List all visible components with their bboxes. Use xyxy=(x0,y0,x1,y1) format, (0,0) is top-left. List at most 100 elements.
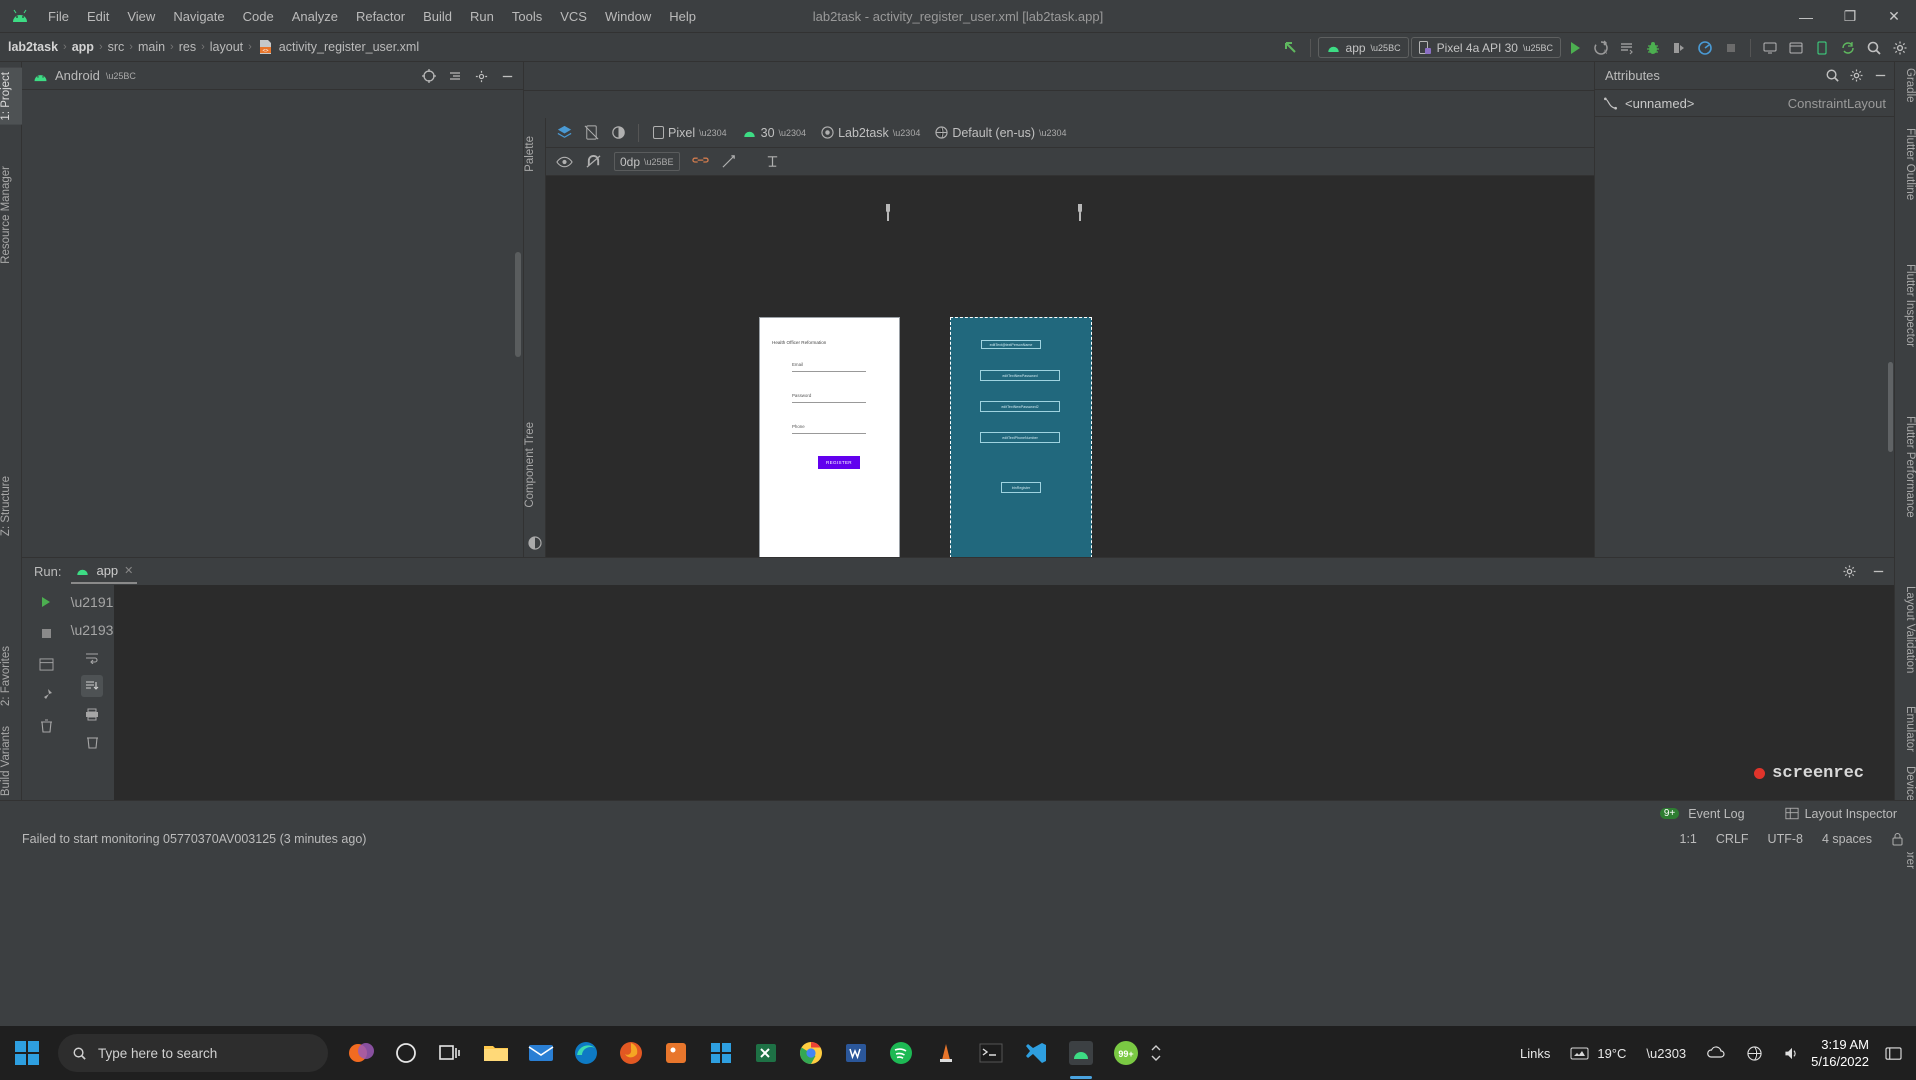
apply-changes-icon[interactable]: A xyxy=(1589,36,1613,60)
menu-view[interactable]: View xyxy=(118,6,164,27)
breadcrumb-res[interactable]: res xyxy=(179,40,196,54)
tool-tab-structure[interactable]: Z: Structure xyxy=(0,472,22,540)
gear-icon[interactable] xyxy=(1849,68,1864,83)
links-label[interactable]: Links xyxy=(1510,1026,1560,1080)
print-icon[interactable] xyxy=(81,703,103,725)
taskbar-search-input[interactable]: Type here to search xyxy=(58,1034,328,1072)
edge-icon[interactable] xyxy=(563,1026,608,1080)
blueprint-render[interactable]: editText@textPersonName editTextNewPassw… xyxy=(950,317,1092,557)
preview-register-button[interactable]: REGISTER xyxy=(818,456,860,469)
run-console-output[interactable]: screenrec xyxy=(114,585,1894,808)
menu-file[interactable]: File xyxy=(39,6,78,27)
notification-center-icon[interactable] xyxy=(1877,1026,1910,1080)
hide-panel-icon[interactable] xyxy=(495,64,519,88)
text-baseline-icon[interactable] xyxy=(761,150,785,174)
indent-setting[interactable]: 4 spaces xyxy=(1822,832,1872,846)
device-dropdown[interactable]: Pixel \u2304 xyxy=(647,124,733,142)
volume-icon[interactable] xyxy=(1773,1026,1811,1080)
search-icon[interactable] xyxy=(1825,68,1840,83)
tool-tab-emulator[interactable]: Emulator xyxy=(1894,702,1916,756)
photoshop-icon[interactable] xyxy=(338,1026,383,1080)
spotify-icon[interactable] xyxy=(878,1026,923,1080)
tool-tab-flutter-performance[interactable]: Flutter Performance xyxy=(1894,412,1916,522)
minimize-icon[interactable] xyxy=(1871,564,1886,579)
tool-tab-gradle[interactable]: Gradle xyxy=(1894,64,1916,107)
caret-position[interactable]: 1:1 xyxy=(1680,832,1697,846)
project-scrollbar[interactable] xyxy=(515,252,521,357)
menu-navigate[interactable]: Navigate xyxy=(164,6,233,27)
minimize-window-button[interactable]: — xyxy=(1784,0,1828,33)
android-studio-icon[interactable] xyxy=(1058,1026,1103,1080)
settings-icon[interactable] xyxy=(1888,36,1912,60)
breadcrumb-main[interactable]: main xyxy=(138,40,165,54)
show-hidden-icons[interactable]: \u2303 xyxy=(1636,1026,1696,1080)
scroll-to-end-icon[interactable] xyxy=(81,675,103,697)
tool-tab-project[interactable]: 1: Project xyxy=(0,68,22,125)
component-tree-label[interactable]: Component Tree xyxy=(524,418,546,512)
device-selector[interactable]: Pixel 4a API 30 \u25BC xyxy=(1410,37,1561,58)
clear-all-icon[interactable] xyxy=(81,731,103,753)
task-view-icon[interactable] xyxy=(428,1026,473,1080)
trash-icon[interactable] xyxy=(35,715,57,737)
chevron-down-icon[interactable]: \u25BE xyxy=(644,157,674,167)
chevron-down-icon[interactable]: \u25BC xyxy=(106,71,136,81)
device-manager-icon[interactable] xyxy=(1810,36,1834,60)
excel-icon[interactable] xyxy=(743,1026,788,1080)
line-separator[interactable]: CRLF xyxy=(1716,832,1749,846)
breadcrumb-app[interactable]: app xyxy=(72,40,94,54)
taskbar-scroll-arrows[interactable] xyxy=(1148,1026,1164,1080)
scroll-up-icon[interactable]: \u2191 xyxy=(71,591,114,613)
close-icon[interactable]: ✕ xyxy=(124,564,133,577)
mail-icon[interactable] xyxy=(518,1026,563,1080)
project-tree[interactable] xyxy=(22,90,523,557)
breadcrumb-src[interactable]: src xyxy=(108,40,125,54)
menu-run[interactable]: Run xyxy=(461,6,503,27)
theme-icon[interactable] xyxy=(606,121,630,145)
layout-icon[interactable] xyxy=(35,653,57,675)
chrome-icon[interactable] xyxy=(788,1026,833,1080)
attributes-scrollbar[interactable] xyxy=(1888,362,1893,452)
tool-tab-resource-manager[interactable]: Resource Manager xyxy=(0,162,22,268)
menu-tools[interactable]: Tools xyxy=(503,6,551,27)
eye-icon[interactable] xyxy=(552,150,576,174)
sync-gradle-icon[interactable] xyxy=(1836,36,1860,60)
menu-refactor[interactable]: Refactor xyxy=(347,6,414,27)
panel-settings-icon[interactable] xyxy=(469,64,493,88)
menu-analyze[interactable]: Analyze xyxy=(283,6,347,27)
palette-label[interactable]: Palette xyxy=(524,132,546,176)
debug-icon[interactable] xyxy=(1641,36,1665,60)
menu-window[interactable]: Window xyxy=(596,6,660,27)
module-selector[interactable]: app \u25BC xyxy=(1317,37,1409,58)
theme-dropdown[interactable]: Lab2task \u2304 xyxy=(815,124,926,142)
tool-tab-flutter-outline[interactable]: Flutter Outline xyxy=(1894,124,1916,204)
vscode-icon[interactable] xyxy=(1013,1026,1058,1080)
run-icon[interactable] xyxy=(1563,36,1587,60)
magnet-off-icon[interactable] xyxy=(581,150,605,174)
menu-build[interactable]: Build xyxy=(414,6,461,27)
gear-icon[interactable] xyxy=(1842,564,1857,579)
tool-tab-flutter-inspector[interactable]: Flutter Inspector xyxy=(1894,260,1916,351)
photos-icon[interactable] xyxy=(653,1026,698,1080)
pin-icon[interactable] xyxy=(35,684,57,706)
network-icon[interactable] xyxy=(1736,1026,1773,1080)
menu-code[interactable]: Code xyxy=(234,6,283,27)
layout-inspector-button[interactable]: Layout Inspector xyxy=(1774,804,1908,824)
start-button[interactable] xyxy=(0,1026,54,1080)
run-tab-app[interactable]: app ✕ xyxy=(71,563,138,584)
taskbar-clock[interactable]: 3:19 AM 5/16/2022 xyxy=(1811,1036,1877,1070)
vlc-icon[interactable] xyxy=(923,1026,968,1080)
tool-tab-layout-validation[interactable]: Layout Validation xyxy=(1894,582,1916,677)
apply-code-changes-icon[interactable] xyxy=(1615,36,1639,60)
menu-edit[interactable]: Edit xyxy=(78,6,118,27)
locale-dropdown[interactable]: Default (en-us) \u2304 xyxy=(929,124,1072,142)
word-icon[interactable] xyxy=(833,1026,878,1080)
collapse-all-icon[interactable] xyxy=(443,64,467,88)
sdk-manager-icon[interactable] xyxy=(1784,36,1808,60)
chain-icon[interactable] xyxy=(689,150,713,174)
select-opened-file-icon[interactable] xyxy=(417,64,441,88)
store-icon[interactable] xyxy=(698,1026,743,1080)
component-tree-icon[interactable] xyxy=(528,536,542,550)
lock-icon[interactable] xyxy=(1891,832,1904,846)
breadcrumb-lab2task[interactable]: lab2task xyxy=(8,40,58,54)
project-view-selector-label[interactable]: Android xyxy=(55,68,100,83)
